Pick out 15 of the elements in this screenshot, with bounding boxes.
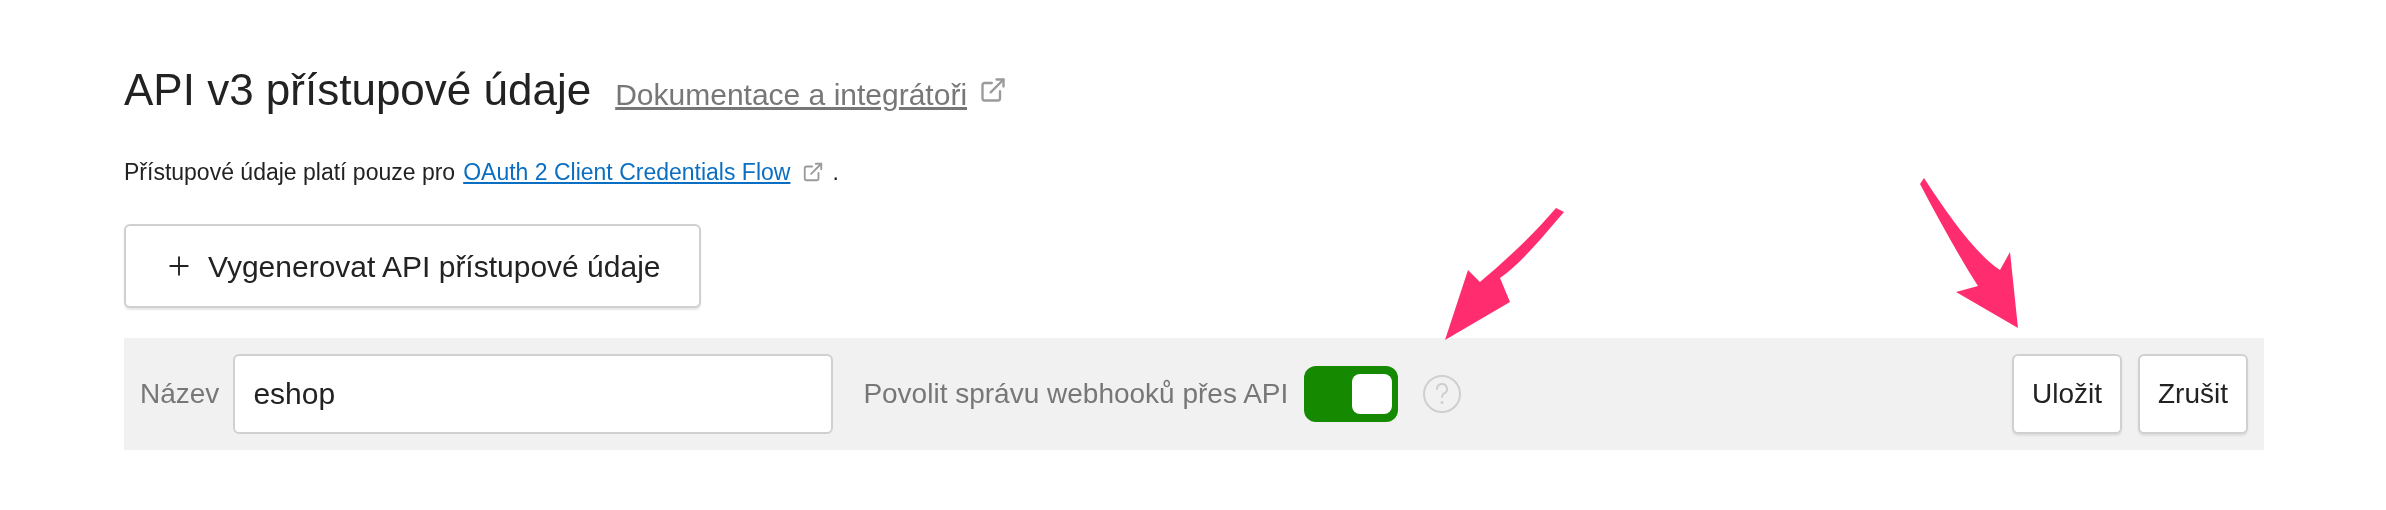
name-input-field[interactable]: eshop	[233, 354, 834, 434]
documentation-link[interactable]: Dokumentace a integrátoři	[615, 72, 968, 117]
cancel-button[interactable]: Zrušit	[2138, 354, 2248, 434]
page-title: API v3 přístupové údaje	[124, 64, 592, 116]
name-label: Název	[140, 377, 220, 411]
help-icon	[1422, 374, 1463, 414]
webhook-label: Povolit správu webhooků přes API	[863, 377, 1289, 411]
external-link-icon	[802, 161, 825, 183]
external-link-icon	[979, 76, 1008, 104]
webhook-toggle[interactable]	[1304, 366, 1399, 422]
generate-credentials-button[interactable]: Vygenerovat API přístupové údaje	[124, 224, 701, 308]
save-button[interactable]: Uložit	[2012, 354, 2122, 434]
intro-sentence: Přístupové údaje platí pouze pro	[124, 158, 456, 187]
oauth-link[interactable]: OAuth 2 Client Credentials Flow	[463, 156, 791, 188]
sentence-period: .	[832, 158, 839, 187]
